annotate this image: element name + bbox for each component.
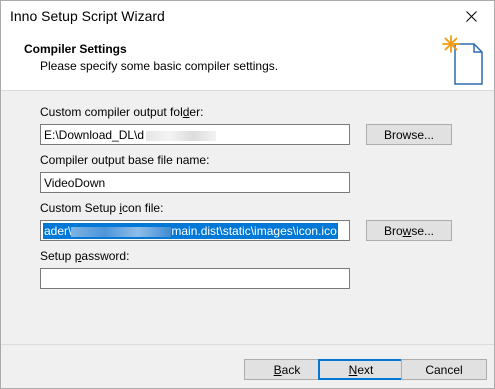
icon-file-label: Custom Setup icon file: <box>40 201 164 215</box>
redacted-text <box>71 226 172 237</box>
password-label: Setup password: <box>40 249 130 263</box>
browse-output-folder-button[interactable]: Browse... <box>366 124 452 145</box>
icon-file-input[interactable]: ader\ main.dist\static\images\icon.ico <box>40 220 350 241</box>
page-subtitle: Please specify some basic compiler setti… <box>40 59 279 73</box>
footer-divider <box>1 344 494 345</box>
wizard-header: Compiler Settings Please specify some ba… <box>1 31 494 91</box>
base-file-name-label: Compiler output base file name: <box>40 153 210 167</box>
close-button[interactable] <box>448 1 494 31</box>
window-title: Inno Setup Script Wizard <box>10 8 165 24</box>
wizard-window: Inno Setup Script Wizard Compiler Settin… <box>0 0 495 389</box>
wizard-content: Custom compiler output folder: E:\Downlo… <box>1 92 494 344</box>
page-title: Compiler Settings <box>24 42 127 56</box>
icon-file-selected-text: ader\ main.dist\static\images\icon.ico <box>43 223 338 239</box>
cancel-button[interactable]: Cancel <box>401 359 487 380</box>
browse-icon-file-button[interactable]: Bro w se... <box>366 220 452 241</box>
password-input[interactable] <box>40 268 350 289</box>
output-folder-label: Custom compiler output folder: <box>40 105 204 119</box>
base-file-name-value: VideoDown <box>44 176 106 190</box>
output-folder-input[interactable]: E:\Download_DL\d <box>40 124 350 145</box>
output-folder-value: E:\Download_DL\d <box>44 128 145 142</box>
title-bar[interactable]: Inno Setup Script Wizard <box>1 1 494 31</box>
redacted-text <box>146 130 217 141</box>
next-button[interactable]: Next <box>318 359 404 380</box>
base-file-name-input[interactable]: VideoDown <box>40 172 350 193</box>
close-icon <box>465 10 477 22</box>
wizard-document-icon <box>442 35 483 85</box>
